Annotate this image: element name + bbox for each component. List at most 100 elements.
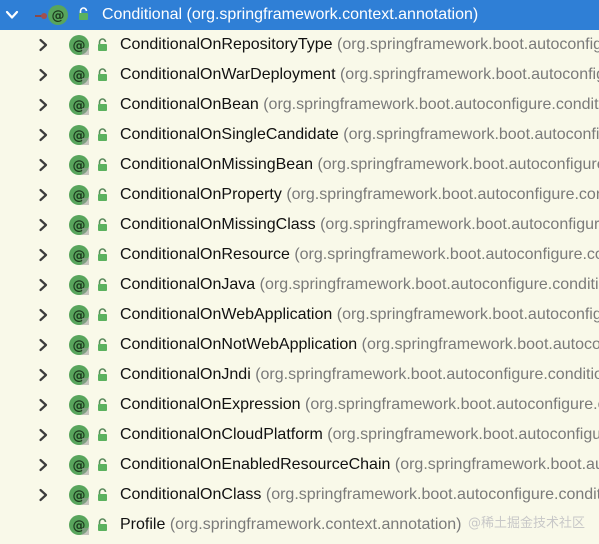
chevron-right-icon[interactable] — [36, 398, 50, 412]
chevron-right-icon[interactable] — [36, 308, 50, 322]
class-name: ConditionalOnClass — [120, 486, 262, 503]
class-name: ConditionalOnMissingBean — [120, 156, 313, 173]
chevron-right-icon[interactable] — [36, 278, 50, 292]
class-label: ConditionalOnWarDeployment (org.springfr… — [120, 60, 599, 90]
chevron-right-icon[interactable] — [36, 188, 50, 202]
tree-row[interactable]: @ ConditionalOnExpression (org.springfram… — [0, 390, 599, 420]
annotation-icon: @ — [68, 184, 90, 206]
package-name: (org.springframework.boot.autoconfigure.… — [361, 336, 599, 353]
class-label: Profile (org.springframework.context.ann… — [120, 510, 462, 540]
package-name: (org.springframework.boot.autoconfigure.… — [336, 306, 599, 323]
tree-row[interactable]: @ ConditionalOnWebApplication (org.spring… — [0, 300, 599, 330]
package-name: (org.springframework.boot.autoconfigure.… — [343, 126, 599, 143]
tree-row[interactable]: @ ConditionalOnClass (org.springframework… — [0, 480, 599, 510]
chevron-right-icon[interactable] — [36, 368, 50, 382]
class-name: ConditionalOnWebApplication — [120, 306, 333, 323]
lock-icon — [97, 248, 108, 261]
annotation-icon: @ — [68, 214, 90, 236]
lock-icon — [97, 38, 108, 51]
class-name: ConditionalOnEnabledResourceChain — [120, 456, 391, 473]
tree-row[interactable]: @ ConditionalOnResource (org.springframew… — [0, 240, 599, 270]
class-label: ConditionalOnBean (org.springframework.b… — [120, 90, 599, 120]
tree-row[interactable]: @ ConditionalOnCloudPlatform (org.springf… — [0, 420, 599, 450]
class-label: ConditionalOnNotWebApplication (org.spri… — [120, 330, 599, 360]
watermark-text: @稀土掘金技术社区 — [467, 516, 585, 531]
class-name: ConditionalOnJndi — [120, 366, 251, 383]
class-name: ConditionalOnRepositoryType — [120, 36, 333, 53]
package-name: (org.springframework.context.annotation) — [169, 516, 462, 533]
tree-row[interactable]: @ ConditionalOnWarDeployment (org.springf… — [0, 60, 599, 90]
chevron-right-icon[interactable] — [36, 458, 50, 472]
annotation-icon: @ — [68, 94, 90, 116]
class-label: ConditionalOnMissingClass (org.springfra… — [120, 210, 599, 240]
class-label: ConditionalOnCloudPlatform (org.springfr… — [120, 420, 599, 450]
annotation-icon: @ — [68, 244, 90, 266]
package-name: (org.springframework.boot.autoconfigure.… — [394, 456, 599, 473]
lock-icon — [97, 488, 108, 501]
chevron-right-icon[interactable] — [36, 98, 50, 112]
lock-icon — [97, 398, 108, 411]
class-label: ConditionalOnExpression (org.springframe… — [120, 390, 599, 420]
class-name: ConditionalOnJava — [120, 276, 256, 293]
package-name: (org.springframework.boot.autoconfigure.… — [263, 96, 599, 113]
lock-icon — [97, 218, 108, 231]
annotation-icon: @ — [47, 4, 69, 26]
chevron-right-icon[interactable] — [36, 38, 50, 52]
lock-icon — [97, 128, 108, 141]
annotation-icon: @ — [68, 364, 90, 386]
class-name: ConditionalOnNotWebApplication — [120, 336, 358, 353]
lock-icon — [97, 308, 108, 321]
class-label: ConditionalOnJava (org.springframework.b… — [120, 270, 599, 300]
class-label: ConditionalOnWebApplication (org.springf… — [120, 300, 599, 330]
lock-icon — [97, 98, 108, 111]
annotation-icon: @ — [68, 394, 90, 416]
annotation-icon: @ — [68, 484, 90, 506]
chevron-right-icon[interactable] — [36, 428, 50, 442]
tree-row[interactable]: @ ConditionalOnNotWebApplication (org.spr… — [0, 330, 599, 360]
class-label: ConditionalOnProperty (org.springframewo… — [120, 180, 599, 210]
annotation-icon: @ — [68, 424, 90, 446]
class-label: ConditionalOnRepositoryType (org.springf… — [120, 30, 599, 60]
tree-row[interactable]: @ ConditionalOnBean (org.springframework.… — [0, 90, 599, 120]
tree-row[interactable]: @ ConditionalOnRepositoryType (org.spring… — [0, 30, 599, 60]
class-label: ConditionalOnJndi (org.springframework.b… — [120, 360, 599, 390]
class-label: ConditionalOnResource (org.springframewo… — [120, 240, 599, 270]
tree-row[interactable]: @ ConditionalOnJndi (org.springframework.… — [0, 360, 599, 390]
package-name: (org.springframework.boot.autoconfigure.… — [305, 396, 599, 413]
package-name: (org.springframework.boot.autoconfigure.… — [317, 156, 599, 173]
tree-row[interactable]: @ ConditionalOnEnabledResourceChain (org.… — [0, 450, 599, 480]
tree-row[interactable]: @ ConditionalOnJava (org.springframework.… — [0, 270, 599, 300]
lock-icon — [78, 7, 89, 20]
chevron-right-icon[interactable] — [36, 488, 50, 502]
tree-row[interactable]: @ ConditionalOnProperty (org.springframew… — [0, 180, 599, 210]
chevron-right-icon[interactable] — [36, 338, 50, 352]
chevron-right-icon[interactable] — [36, 248, 50, 262]
svg-text:@: @ — [52, 9, 65, 24]
package-name: (org.springframework.boot.autoconfigure.… — [255, 366, 599, 383]
annotation-icon: @ — [68, 34, 90, 56]
class-name: Profile — [120, 516, 166, 533]
chevron-right-icon[interactable] — [36, 218, 50, 232]
package-name: (org.springframework.boot.autoconfigure.… — [286, 186, 599, 203]
tree-row[interactable]: @ ConditionalOnSingleCandidate (org.sprin… — [0, 120, 599, 150]
class-name: ConditionalOnWarDeployment — [120, 66, 336, 83]
class-name: ConditionalOnSingleCandidate — [120, 126, 339, 143]
lock-icon — [97, 158, 108, 171]
chevron-right-icon[interactable] — [36, 68, 50, 82]
annotation-icon: @ — [68, 304, 90, 326]
tree-row[interactable]: @ ConditionalOnMissingBean (org.springfra… — [0, 150, 599, 180]
tree-row-selected[interactable]: @ Conditional (org.springframework.conte… — [0, 0, 599, 30]
class-label: ConditionalOnEnabledResourceChain (org.s… — [120, 450, 599, 480]
class-name: ConditionalOnResource — [120, 246, 290, 263]
package-name: (org.springframework.boot.autoconfigure.… — [337, 36, 599, 53]
lock-icon — [97, 278, 108, 291]
chevron-right-icon[interactable] — [36, 128, 50, 142]
class-name: Conditional — [102, 6, 183, 23]
class-label: ConditionalOnSingleCandidate (org.spring… — [120, 120, 599, 150]
type-hierarchy-tree: @ Conditional (org.springframework.conte… — [0, 0, 599, 544]
lock-icon — [97, 458, 108, 471]
package-name: (org.springframework.boot.autoconfigure.… — [327, 426, 599, 443]
chevron-right-icon[interactable] — [36, 158, 50, 172]
tree-row[interactable]: @ ConditionalOnMissingClass (org.springfr… — [0, 210, 599, 240]
chevron-down-icon[interactable] — [5, 8, 19, 22]
